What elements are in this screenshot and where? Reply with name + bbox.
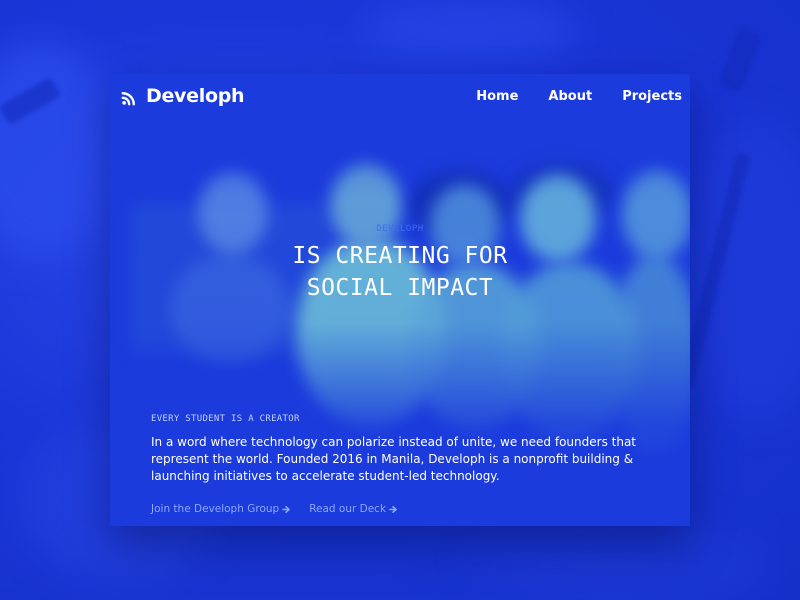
- brand-name: Developh: [146, 85, 245, 107]
- intro-description: In a word where technology can polarize …: [151, 435, 637, 483]
- navbar: Developh Home About Projects: [110, 74, 690, 118]
- headline-line: IS CREATING FOR: [292, 243, 508, 269]
- main-menu: Home About Projects: [476, 89, 682, 104]
- cta-links: Join the Developh Group Read our Deck: [151, 503, 671, 515]
- join-group-link[interactable]: Join the Developh Group: [151, 503, 291, 515]
- landing-card: Developh Home About Projects DEVELOPH IS…: [110, 74, 690, 526]
- join-group-label: Join the Developh Group: [151, 503, 280, 515]
- background-blur-shape: [470, 520, 770, 600]
- headline-line: SOCIAL IMPACT: [306, 275, 494, 301]
- intro-tagline: EVERY STUDENT IS A CREATOR: [151, 414, 300, 424]
- hero-headline: IS CREATING FOR SOCIAL IMPACT: [110, 240, 690, 304]
- arrow-right-icon: [282, 505, 291, 513]
- signal-waves-icon: [121, 92, 135, 106]
- arrow-right-icon: [389, 505, 397, 513]
- background-blur-shape: [0, 40, 120, 260]
- hero: DEVELOPH IS CREATING FOR SOCIAL IMPACT: [110, 224, 690, 304]
- nav-projects-link[interactable]: Projects: [622, 89, 682, 104]
- nav-home-link[interactable]: Home: [476, 89, 518, 104]
- read-deck-link[interactable]: Read our Deck: [309, 503, 398, 515]
- intro-section: EVERY STUDENT IS A CREATOR In a word whe…: [151, 414, 671, 515]
- background-blur-shape: [360, 0, 580, 60]
- brand-logo[interactable]: Developh: [120, 85, 245, 107]
- hero-eyebrow: DEVELOPH: [376, 224, 424, 234]
- background-stroke: [718, 27, 762, 93]
- nav-about-link[interactable]: About: [548, 89, 592, 104]
- read-deck-label: Read our Deck: [309, 503, 387, 515]
